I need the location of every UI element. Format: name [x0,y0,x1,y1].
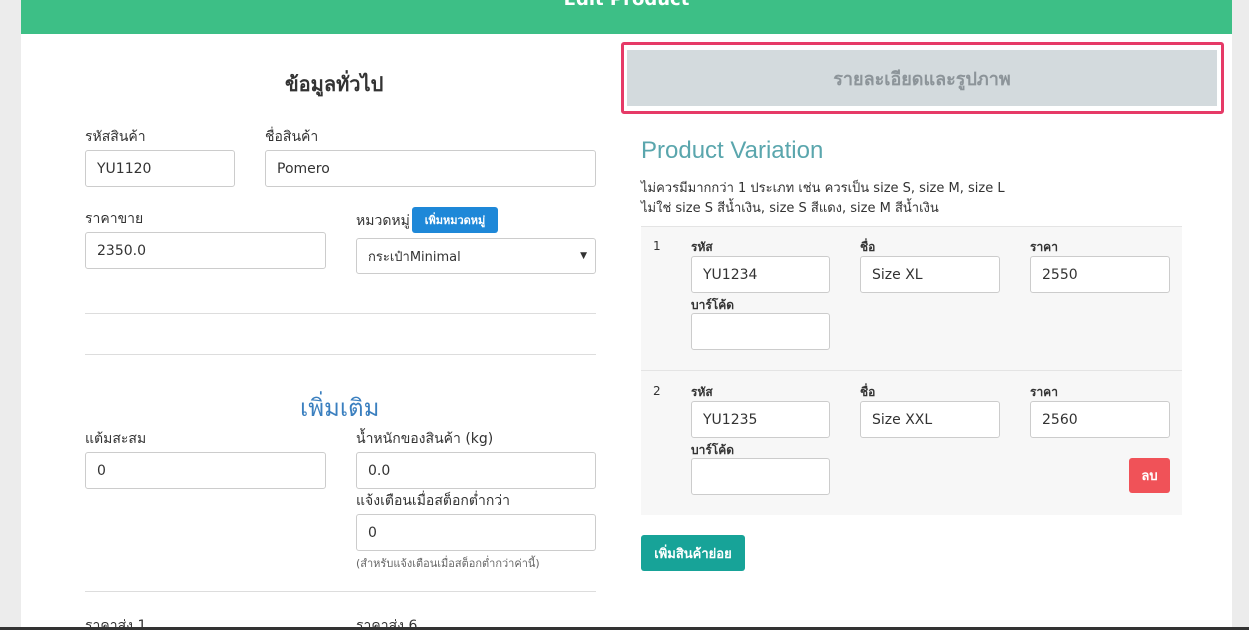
category-select[interactable]: กระเป๋าMinimal ▼ [356,238,596,274]
general-heading: ข้อมูลทั่วไป [285,72,384,96]
variant-price-input[interactable]: 2560 [1030,401,1170,438]
variant-name-label: ชื่อ [860,385,876,399]
chevron-down-icon: ▼ [580,251,587,261]
variation-title: Product Variation [641,137,824,164]
variant-name-input[interactable]: Size XL [860,256,1000,293]
variation-note-line2: ไม่ใช่ size S สีน้ำเงิน, size S สีแดง, s… [641,201,939,216]
variant-code-input[interactable]: YU1234 [691,256,830,293]
weight-label: น้ำหนักของสินค้า (kg) [356,431,494,447]
product-code-label: รหัสสินค้า [85,129,146,145]
variant-code-input[interactable]: YU1235 [691,401,830,438]
variant-index: 2 [653,384,661,398]
extra-heading: เพิ่มเติม [300,394,380,422]
variation-note-line1: ไม่ควรมีมากกว่า 1 ประเภท เช่น ควรเป็น si… [641,181,1005,196]
category-label: หมวดหมู่ [356,213,410,229]
points-label: แต้มสะสม [85,431,147,447]
variant-price-input[interactable]: 2550 [1030,256,1170,293]
add-variant-button[interactable]: เพิ่มสินค้าย่อย [641,535,745,571]
variant-price-label: ราคา [1030,385,1058,399]
weight-input[interactable]: 0.0 [356,452,596,489]
delete-variant-button[interactable]: ลบ [1129,458,1170,493]
variant-index: 1 [653,239,661,253]
product-code-input[interactable]: YU1120 [85,150,235,187]
product-name-input[interactable]: Pomero [265,150,596,187]
divider [85,591,596,592]
page-background-left [0,0,21,630]
category-select-value: กระเป๋าMinimal [368,249,461,265]
variant-code-label: รหัส [691,240,713,254]
variant-code-label: รหัส [691,385,713,399]
variant-barcode-input[interactable] [691,458,830,495]
variant-barcode-input[interactable] [691,313,830,350]
page-title: Edit Product [21,0,1232,10]
price-label: ราคาขาย [85,211,144,227]
add-category-button[interactable]: เพิ่มหมวดหมู่ [412,207,498,233]
variant-name-label: ชื่อ [860,240,876,254]
divider [85,313,596,314]
divider [85,354,596,355]
stock-alert-input[interactable]: 0 [356,514,596,551]
header-bar: Edit Product [21,0,1232,34]
price-input[interactable]: 2350.0 [85,232,326,269]
highlight-box [621,42,1224,114]
product-name-label: ชื่อสินค้า [265,129,319,145]
stock-alert-hint: (สำหรับแจ้งเตือนเมื่อสต็อกต่ำกว่าค่านี้) [356,557,540,570]
variant-price-label: ราคา [1030,240,1058,254]
variant-name-input[interactable]: Size XXL [860,401,1000,438]
points-input[interactable]: 0 [85,452,326,489]
stock-alert-label: แจ้งเตือนเมื่อสต็อกต่ำกว่า [356,493,511,509]
